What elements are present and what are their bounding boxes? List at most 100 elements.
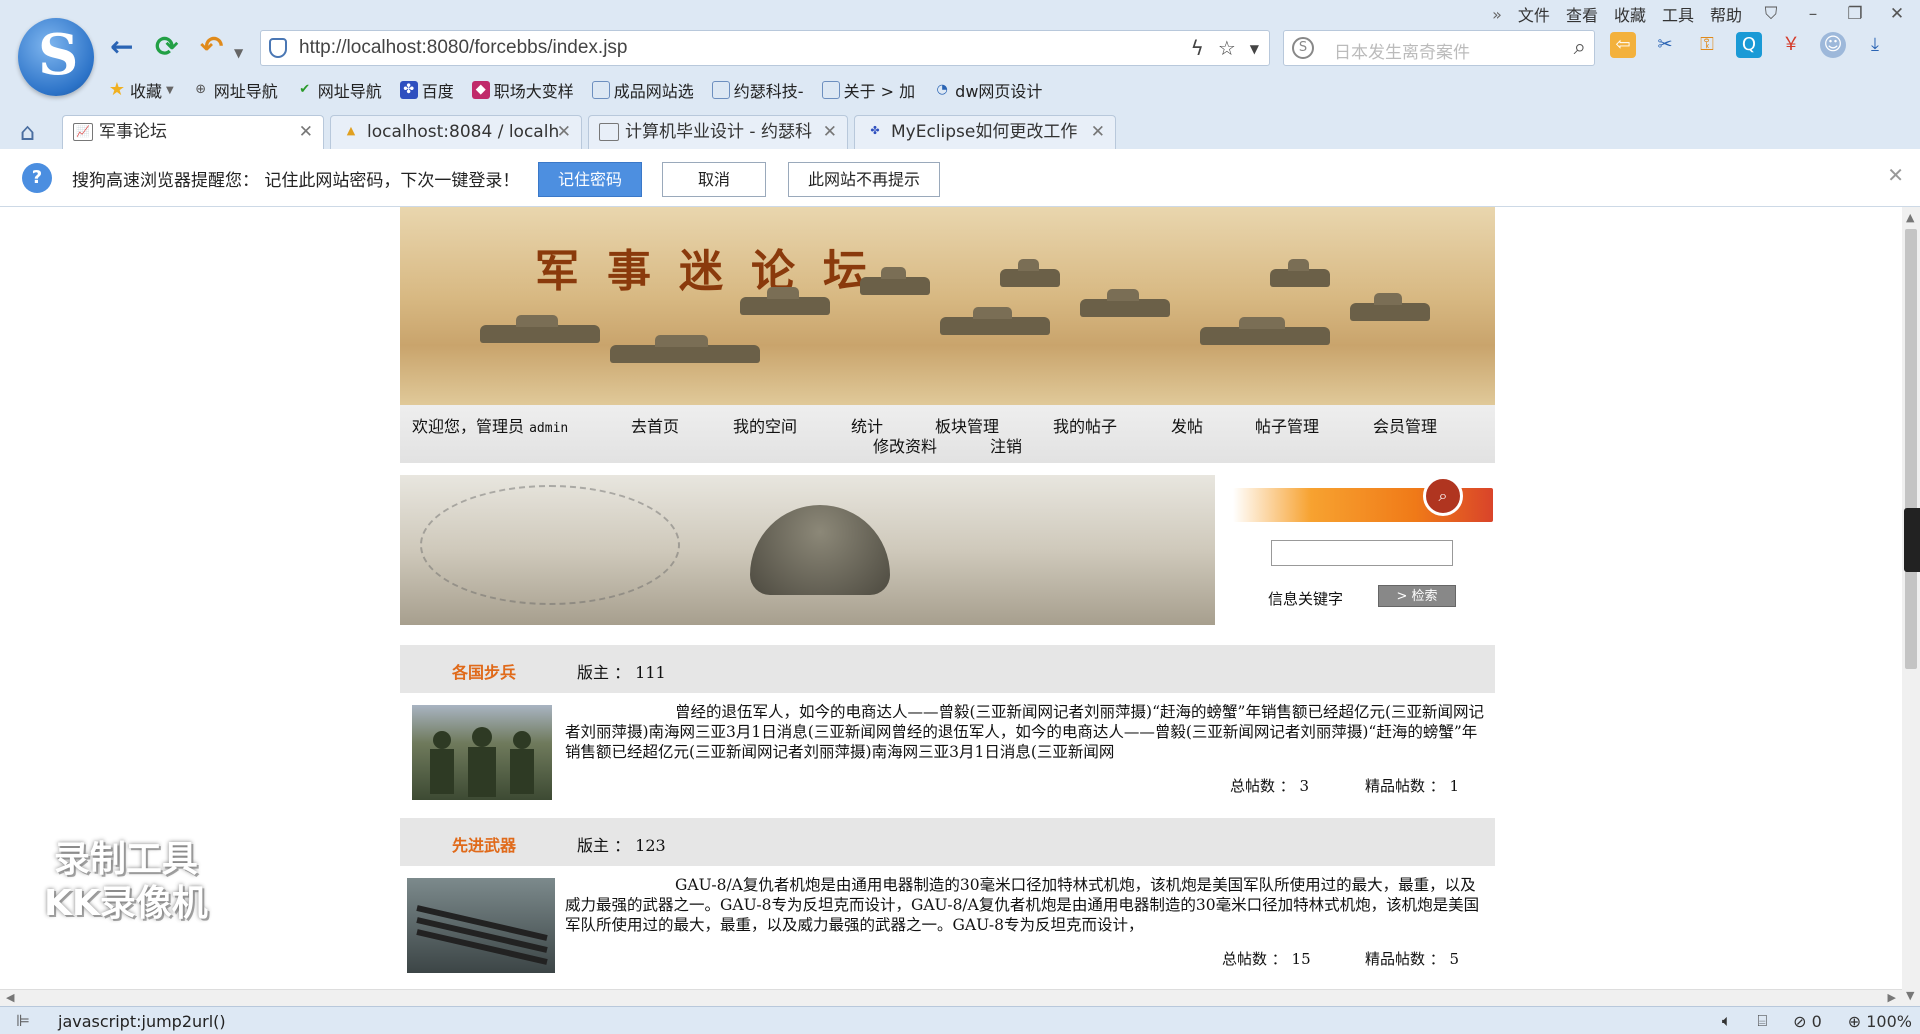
nav-home[interactable]: 去首页 bbox=[631, 413, 679, 437]
search-box[interactable]: S 日本发生离奇案件 ⌕ bbox=[1283, 30, 1595, 66]
tab-phpmyadmin[interactable]: ▲ localhost:8084 / localh ✕ bbox=[330, 115, 582, 149]
search-icon[interactable]: ⌕ bbox=[1574, 35, 1586, 60]
remember-password-button[interactable]: 记住密码 bbox=[538, 162, 642, 197]
volume-icon[interactable]: 🔈︎ bbox=[1722, 1011, 1732, 1031]
tab-close-icon[interactable]: ✕ bbox=[557, 116, 571, 149]
site-nav: 欢迎您，管理员 admin 去首页 我的空间 统计 板块管理 我的帖子 发帖 帖… bbox=[400, 405, 1495, 463]
browser-chrome: S » 文件 查看 收藏 工具 帮助 ⛉ – ❐ ✕ ← ⟳ ↶ ▼ http:… bbox=[0, 0, 1920, 259]
tab-military-forum[interactable]: 📈 军事论坛 ✕ bbox=[62, 115, 324, 150]
tab-close-icon[interactable]: ✕ bbox=[299, 116, 313, 149]
search-button[interactable]: > 检索 bbox=[1378, 585, 1456, 607]
never-prompt-button[interactable]: 此网站不再提示 bbox=[788, 162, 940, 197]
bookmark-sites[interactable]: 成品网站选 bbox=[591, 78, 694, 102]
tab-myeclipse[interactable]: ✤ MyEclipse如何更改工作 ✕ bbox=[854, 115, 1116, 149]
sogou-logo-icon[interactable]: S bbox=[18, 18, 94, 96]
nav-my-space[interactable]: 我的空间 bbox=[733, 413, 797, 437]
back-icon[interactable]: ← bbox=[110, 30, 133, 64]
scroll-up-icon[interactable]: ▲ bbox=[1906, 211, 1914, 224]
nav-post-manage[interactable]: 帖子管理 bbox=[1255, 413, 1319, 437]
web-page: 军事迷论坛 欢迎您，管理员 admin 去首页 我的空间 统计 板块管理 我的帖… bbox=[0, 207, 1902, 989]
favorite-star-icon[interactable]: ☆ bbox=[1218, 36, 1236, 62]
address-bar[interactable]: http://localhost:8080/forcebbs/index.jsp… bbox=[260, 30, 1270, 66]
shopping-icon[interactable]: ￥ bbox=[1778, 32, 1804, 58]
extension-icon[interactable]: ⇦ bbox=[1610, 32, 1636, 58]
skin-icon[interactable]: ⛉ bbox=[1758, 4, 1784, 24]
board-thumbnail[interactable] bbox=[412, 705, 552, 800]
close-icon[interactable]: ✕ bbox=[1887, 163, 1904, 187]
board-moderator: 版主 ： 111 bbox=[577, 663, 666, 682]
tab-graduation-design[interactable]: 计算机毕业设计 - 约瑟科 ✕ bbox=[588, 115, 848, 149]
search-engine-icon[interactable]: S bbox=[1292, 37, 1314, 59]
bookmark-dw[interactable]: ◔ dw网页设计 bbox=[933, 78, 1043, 102]
nav-new-post[interactable]: 发帖 bbox=[1171, 413, 1203, 437]
nav-my-posts[interactable]: 我的帖子 bbox=[1053, 413, 1117, 437]
adblock-icon[interactable]: ⊘ 0 bbox=[1793, 1012, 1822, 1031]
bookmark-nav-2[interactable]: ✔ 网址导航 bbox=[296, 78, 381, 102]
vertical-scrollbar[interactable]: ▲ ▼ bbox=[1902, 207, 1920, 1006]
board-weapons: 先进武器 版主 ： 123 GAU-8/A复仇者机炮是由通用电器制造的30毫米口… bbox=[400, 818, 1495, 988]
undo-icon[interactable]: ↶ bbox=[200, 30, 223, 64]
menu-item-file[interactable]: 文件 bbox=[1518, 2, 1550, 26]
hao123-icon: ✔ bbox=[299, 82, 311, 97]
address-url[interactable]: http://localhost:8080/forcebbs/index.jsp bbox=[299, 37, 627, 59]
bookmarks-bar: ★ 收藏 ▼ ⊕ 网址导航 ✔ 网址导航 ✤ 百度 ◆ 职场大变样 成品网站选 约瑟科技- … bbox=[108, 78, 1043, 102]
bookmark-about[interactable]: 关于 > 加 bbox=[821, 78, 915, 102]
nav-logout[interactable]: 注销 bbox=[990, 433, 1022, 457]
nav-member-manage[interactable]: 会员管理 bbox=[1373, 413, 1437, 437]
menu-item-view[interactable]: 查看 bbox=[1566, 2, 1598, 26]
horizontal-scrollbar[interactable]: ◀ ▶ bbox=[0, 989, 1902, 1006]
tab-close-icon[interactable]: ✕ bbox=[1091, 116, 1105, 149]
page-icon bbox=[591, 81, 610, 99]
key-icon[interactable]: ⚿ bbox=[1694, 32, 1720, 58]
cancel-button[interactable]: 取消 bbox=[662, 162, 766, 197]
menu-item-favorites[interactable]: 收藏 bbox=[1614, 2, 1646, 26]
search-input[interactable]: 日本发生离奇案件 bbox=[1334, 38, 1470, 63]
nav-edit-profile[interactable]: 修改资料 bbox=[873, 433, 937, 457]
scroll-thumb[interactable] bbox=[1905, 229, 1917, 669]
security-icon[interactable]: Q bbox=[1736, 32, 1762, 58]
pma-icon: ▲ bbox=[346, 124, 356, 137]
search-logo-icon: ⌕ bbox=[1423, 476, 1463, 516]
undo-dropdown-icon[interactable]: ▼ bbox=[234, 36, 243, 70]
scroll-right-icon[interactable]: ▶ bbox=[1888, 990, 1896, 1006]
bookmark-favorites[interactable]: ★ 收藏 ▼ bbox=[108, 78, 174, 102]
scroll-left-icon[interactable]: ◀ bbox=[6, 990, 14, 1006]
restore-icon[interactable]: ❐ bbox=[1842, 4, 1868, 24]
zoom-icon[interactable]: ⊕ 100% bbox=[1848, 1012, 1912, 1031]
sidebar-toggle-icon[interactable]: ⊫ bbox=[16, 1011, 30, 1030]
refresh-icon[interactable]: ⟳ bbox=[155, 30, 178, 64]
board-description: 曾经的退伍军人，如今的电商达人——曾毅(三亚新闻网记者刘丽萍摄)“赶海的螃蟹”年… bbox=[565, 703, 1484, 761]
site-title: 军事迷论坛 bbox=[535, 246, 895, 297]
page-icon bbox=[711, 81, 730, 99]
address-dropdown-icon[interactable]: ▼ bbox=[1250, 36, 1259, 62]
scroll-down-icon[interactable]: ▼ bbox=[1906, 989, 1914, 1002]
bookmark-baidu[interactable]: ✤ 百度 bbox=[399, 78, 454, 102]
profile-icon[interactable]: ☺ bbox=[1820, 32, 1846, 58]
keyword-label: 信息关键字 bbox=[1268, 590, 1344, 608]
minimize-icon[interactable]: – bbox=[1800, 4, 1826, 24]
fast-mode-icon[interactable]: ϟ bbox=[1191, 36, 1204, 62]
star-icon: ★ bbox=[108, 79, 126, 100]
menu-item-tools[interactable]: 工具 bbox=[1662, 2, 1694, 26]
baidu-paw-icon: ✤ bbox=[399, 81, 418, 99]
menu-expand-icon[interactable]: » bbox=[1492, 5, 1502, 24]
window-icon[interactable]: ⌸ bbox=[1757, 1011, 1767, 1031]
board-name[interactable]: 先进武器 bbox=[452, 832, 516, 856]
menu-item-help[interactable]: 帮助 bbox=[1710, 2, 1742, 26]
security-shield-icon bbox=[269, 38, 287, 58]
soldiers-image bbox=[430, 727, 534, 797]
keyword-input[interactable] bbox=[1271, 540, 1453, 566]
watermark: 录制工具 KK录像机 bbox=[44, 839, 208, 924]
screenshot-icon[interactable]: ✂ bbox=[1652, 32, 1678, 58]
search-banner: ⌕ bbox=[1233, 476, 1493, 522]
close-window-icon[interactable]: ✕ bbox=[1884, 4, 1910, 24]
board-thumbnail[interactable] bbox=[407, 878, 555, 973]
sidebar-handle[interactable] bbox=[1904, 508, 1920, 572]
bookmark-yuese[interactable]: 约瑟科技- bbox=[711, 78, 804, 102]
tab-strip: 📈 军事论坛 ✕ ▲ localhost:8084 / localh ✕ 计算机… bbox=[0, 115, 1920, 259]
tab-close-icon[interactable]: ✕ bbox=[823, 116, 837, 149]
board-name[interactable]: 各国步兵 bbox=[452, 659, 516, 683]
download-icon[interactable]: ⤓ bbox=[1862, 32, 1888, 58]
bookmark-nav-1[interactable]: ⊕ 网址导航 bbox=[192, 78, 277, 102]
bookmark-career[interactable]: ◆ 职场大变样 bbox=[471, 78, 574, 102]
